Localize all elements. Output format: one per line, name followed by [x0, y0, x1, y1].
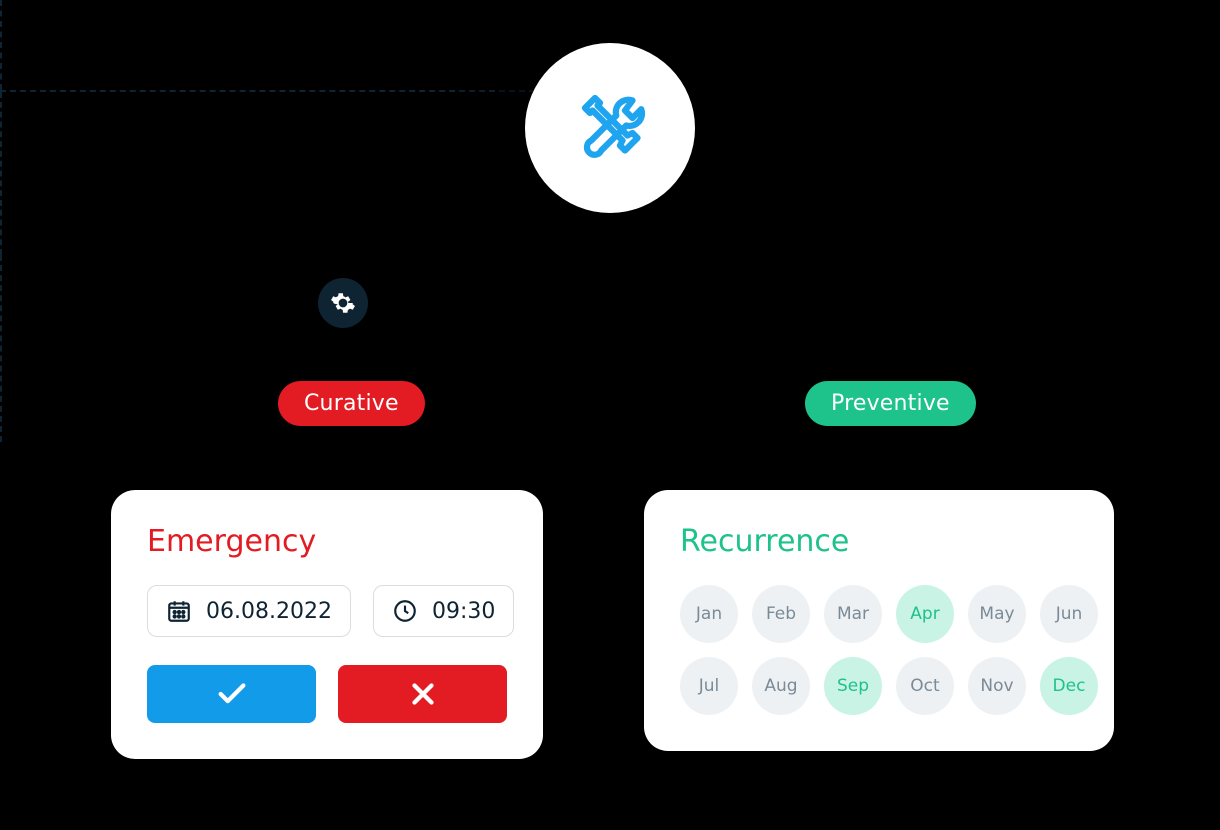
gear-node	[318, 278, 368, 328]
time-value: 09:30	[432, 599, 495, 624]
month-oct[interactable]: Oct	[896, 657, 954, 715]
date-value: 06.08.2022	[206, 599, 332, 624]
recurrence-title: Recurrence	[680, 524, 1078, 559]
month-jul[interactable]: Jul	[680, 657, 738, 715]
month-dec[interactable]: Dec	[1040, 657, 1098, 715]
date-field[interactable]: 06.08.2022	[147, 585, 351, 637]
recurrence-card: Recurrence JanFebMarAprMayJunJulAugSepOc…	[644, 490, 1114, 751]
month-feb[interactable]: Feb	[752, 585, 810, 643]
month-jun[interactable]: Jun	[1040, 585, 1098, 643]
month-jan[interactable]: Jan	[680, 585, 738, 643]
check-icon	[215, 677, 249, 711]
calendar-icon	[166, 598, 192, 624]
month-sep[interactable]: Sep	[824, 657, 882, 715]
confirm-button[interactable]	[147, 665, 316, 723]
connector	[0, 90, 535, 92]
tools-node	[525, 43, 695, 213]
month-may[interactable]: May	[968, 585, 1026, 643]
cancel-button[interactable]	[338, 665, 507, 723]
emergency-fields: 06.08.2022 09:30	[147, 585, 507, 637]
curative-badge: Curative	[278, 381, 425, 426]
tools-icon	[570, 88, 650, 168]
clock-icon	[392, 598, 418, 624]
months-grid: JanFebMarAprMayJunJulAugSepOctNovDec	[680, 585, 1078, 715]
month-mar[interactable]: Mar	[824, 585, 882, 643]
month-aug[interactable]: Aug	[752, 657, 810, 715]
preventive-badge: Preventive	[805, 381, 976, 426]
month-nov[interactable]: Nov	[968, 657, 1026, 715]
time-field[interactable]: 09:30	[373, 585, 514, 637]
gear-icon	[330, 290, 356, 316]
emergency-actions	[147, 665, 507, 723]
connector	[0, 92, 2, 255]
close-icon	[406, 677, 440, 711]
emergency-card: Emergency 06.08.2022 09:30	[111, 490, 543, 759]
month-apr[interactable]: Apr	[896, 585, 954, 643]
connector	[0, 255, 2, 442]
emergency-title: Emergency	[147, 524, 507, 559]
diagram-stage: Curative Preventive Emergency 06.08.2022…	[0, 0, 1220, 830]
connector	[0, 0, 2, 90]
